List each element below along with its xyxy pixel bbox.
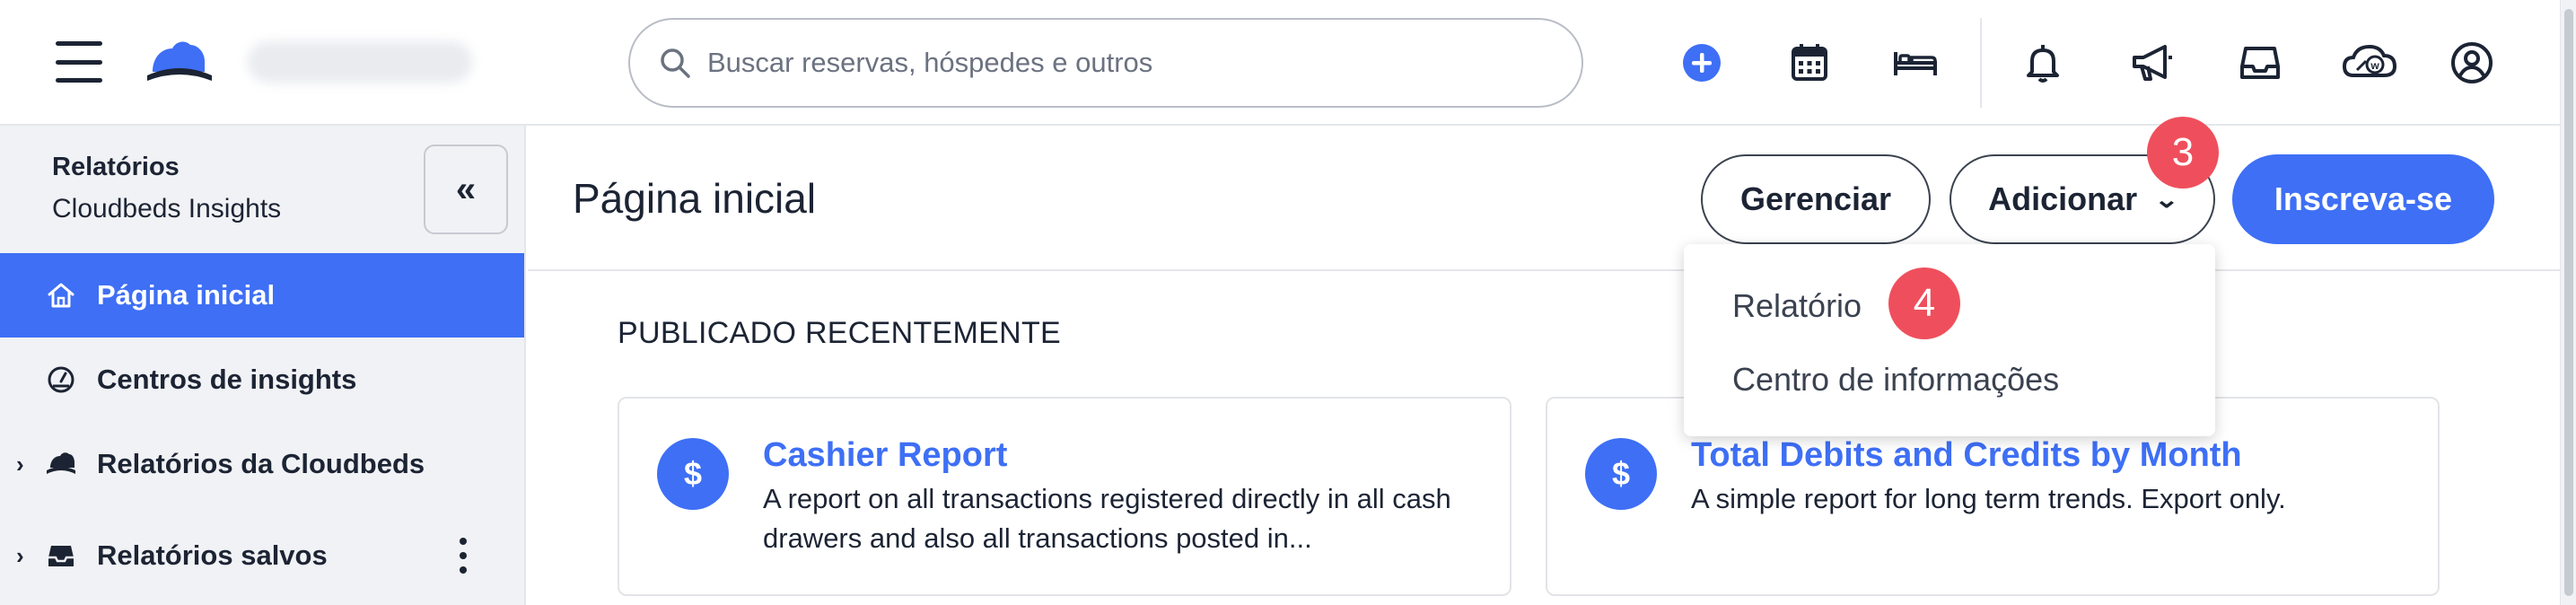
- inbox-icon: [43, 538, 79, 574]
- section-title: PUBLICADO RECENTEMENTE: [618, 316, 1062, 350]
- report-card-description: A simple report for long term trends. Ex…: [1691, 483, 2286, 514]
- cloudbeds-logo[interactable]: [145, 36, 214, 90]
- toolbar-divider: [1980, 18, 1982, 108]
- inbox-icon[interactable]: [2235, 38, 2285, 88]
- home-icon: [43, 277, 79, 313]
- report-card-title[interactable]: Total Debits and Credits by Month: [1691, 436, 2242, 475]
- svg-text:w: w: [2370, 59, 2379, 72]
- add-button-label: Adicionar: [1988, 180, 2138, 217]
- add-dropdown-menu: Relatório Centro de informações: [1684, 244, 2215, 436]
- sidebar-item-label: Página inicial: [97, 279, 276, 311]
- sidebar-item-label: Relatórios da Cloudbeds: [97, 448, 425, 479]
- report-card-description: A report on all transactions registered …: [763, 483, 1451, 554]
- dollar-icon: $: [1585, 438, 1657, 510]
- sidebar-item-label: Relatórios salvos: [97, 539, 328, 571]
- more-options-icon[interactable]: [454, 538, 472, 574]
- sidebar: Relatórios Cloudbeds Insights « Página i…: [0, 126, 526, 605]
- page-title: Página inicial: [573, 175, 817, 222]
- report-card-title[interactable]: Cashier Report: [763, 436, 1007, 475]
- report-card[interactable]: $ Cashier Report A report on all transac…: [618, 397, 1511, 596]
- top-bar: w: [0, 0, 2560, 126]
- sidebar-item-relatorios-salvos[interactable]: › Relatórios salvos: [0, 513, 524, 598]
- calendar-icon[interactable]: [1784, 38, 1835, 88]
- subscribe-button[interactable]: Inscreva-se: [2232, 154, 2494, 244]
- sidebar-title: Relatórios: [52, 153, 180, 181]
- user-icon[interactable]: [2447, 38, 2497, 88]
- sidebar-item-centros-de-insights[interactable]: Centros de insights: [0, 338, 524, 422]
- property-name-blurred[interactable]: [248, 41, 472, 83]
- add-icon[interactable]: [1677, 38, 1727, 88]
- sidebar-item-pagina-inicial[interactable]: Página inicial: [0, 253, 524, 338]
- menu-item-relatorio[interactable]: Relatório: [1732, 287, 1862, 325]
- whistle-cloud-icon[interactable]: w: [2341, 38, 2398, 88]
- megaphone-icon[interactable]: [2127, 38, 2177, 88]
- gauge-icon: [43, 362, 79, 398]
- chevron-right-icon[interactable]: ›: [16, 542, 24, 570]
- search-input[interactable]: [707, 47, 1515, 79]
- chevron-right-icon[interactable]: ›: [16, 451, 24, 478]
- sidebar-subtitle: Cloudbeds Insights: [52, 194, 282, 224]
- step-badge-report: 4: [1888, 267, 1960, 339]
- scrollbar[interactable]: [2560, 0, 2576, 605]
- dollar-icon: $: [657, 438, 729, 510]
- menu-item-centro-de-informacoes[interactable]: Centro de informações: [1732, 361, 2059, 399]
- sidebar-item-label: Centros de insights: [97, 364, 357, 395]
- search-icon: [661, 48, 690, 78]
- collapse-sidebar-button[interactable]: «: [424, 145, 508, 234]
- main-header: Página inicial Gerenciar Adicionar ⌄ Ins…: [528, 126, 2560, 271]
- scrollbar-thumb[interactable]: [2564, 9, 2573, 596]
- bell-icon[interactable]: [2018, 38, 2068, 88]
- bed-icon[interactable]: [1890, 38, 1941, 88]
- cloudbeds-icon: [43, 446, 79, 482]
- sidebar-item-relatorios-da-cloudbeds[interactable]: › Relatórios da Cloudbeds: [0, 422, 524, 506]
- chevron-down-icon: ⌄: [2153, 185, 2180, 213]
- manage-button[interactable]: Gerenciar: [1701, 154, 1931, 244]
- menu-icon[interactable]: [56, 41, 102, 83]
- search-box[interactable]: [628, 18, 1583, 108]
- step-badge-add: 3: [2147, 117, 2219, 189]
